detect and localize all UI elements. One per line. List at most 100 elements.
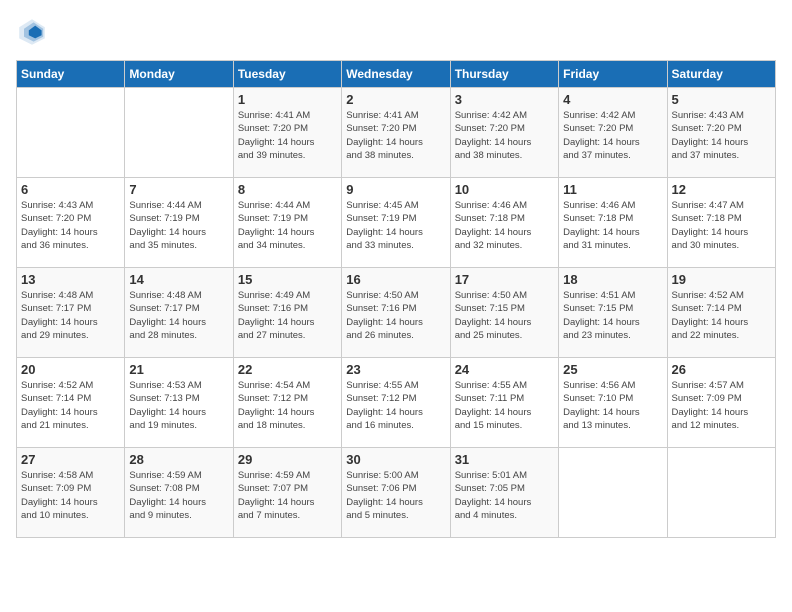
calendar-cell: 12 Sunrise: 4:47 AM Sunset: 7:18 PM Dayli… — [667, 178, 775, 268]
calendar-week-5: 27 Sunrise: 4:58 AM Sunset: 7:09 PM Dayli… — [17, 448, 776, 538]
calendar-cell: 8Sunrise: 4:44 AM Sunset: 7:19 PM Daylig… — [233, 178, 341, 268]
calendar-header-row: SundayMondayTuesdayWednesdayThursdayFrid… — [17, 61, 776, 88]
day-info: Sunrise: 4:43 AM Sunset: 7:20 PM Dayligh… — [21, 199, 120, 252]
day-number: 20 — [21, 362, 120, 377]
day-info: Sunrise: 4:50 AM Sunset: 7:16 PM Dayligh… — [346, 289, 445, 342]
calendar-cell: 6 Sunrise: 4:43 AM Sunset: 7:20 PM Daylig… — [17, 178, 125, 268]
day-number: 28 — [129, 452, 228, 467]
calendar-cell: 24 Sunrise: 4:55 AM Sunset: 7:11 PM Dayli… — [450, 358, 558, 448]
calendar-cell: 1 Sunrise: 4:41 AM Sunset: 7:20 PM Daylig… — [233, 88, 341, 178]
day-info: Sunrise: 4:41 AM Sunset: 7:20 PM Dayligh… — [238, 109, 337, 162]
day-number: 13 — [21, 272, 120, 287]
calendar-cell: 26 Sunrise: 4:57 AM Sunset: 7:09 PM Dayli… — [667, 358, 775, 448]
day-info: Sunrise: 4:44 AM Sunset: 7:19 PM Dayligh… — [238, 199, 337, 252]
day-info: Sunrise: 4:59 AM Sunset: 7:08 PM Dayligh… — [129, 469, 228, 522]
day-info: Sunrise: 4:45 AM Sunset: 7:19 PM Dayligh… — [346, 199, 445, 252]
day-info: Sunrise: 4:58 AM Sunset: 7:09 PM Dayligh… — [21, 469, 120, 522]
day-info: Sunrise: 4:46 AM Sunset: 7:18 PM Dayligh… — [455, 199, 554, 252]
day-header-wednesday: Wednesday — [342, 61, 450, 88]
day-info: Sunrise: 4:52 AM Sunset: 7:14 PM Dayligh… — [21, 379, 120, 432]
day-number: 2 — [346, 92, 445, 107]
day-number: 21 — [129, 362, 228, 377]
day-number: 12 — [672, 182, 771, 197]
calendar-week-1: 1 Sunrise: 4:41 AM Sunset: 7:20 PM Daylig… — [17, 88, 776, 178]
day-info: Sunrise: 4:42 AM Sunset: 7:20 PM Dayligh… — [563, 109, 662, 162]
day-number: 5 — [672, 92, 771, 107]
calendar-cell: 21 Sunrise: 4:53 AM Sunset: 7:13 PM Dayli… — [125, 358, 233, 448]
day-number: 25 — [563, 362, 662, 377]
day-info: Sunrise: 4:43 AM Sunset: 7:20 PM Dayligh… — [672, 109, 771, 162]
calendar-table: SundayMondayTuesdayWednesdayThursdayFrid… — [16, 60, 776, 538]
calendar-cell — [559, 448, 667, 538]
day-info: Sunrise: 4:48 AM Sunset: 7:17 PM Dayligh… — [21, 289, 120, 342]
day-info: Sunrise: 4:54 AM Sunset: 7:12 PM Dayligh… — [238, 379, 337, 432]
day-number: 27 — [21, 452, 120, 467]
calendar-cell: 10 Sunrise: 4:46 AM Sunset: 7:18 PM Dayli… — [450, 178, 558, 268]
day-info: Sunrise: 4:47 AM Sunset: 7:18 PM Dayligh… — [672, 199, 771, 252]
calendar-cell: 25 Sunrise: 4:56 AM Sunset: 7:10 PM Dayli… — [559, 358, 667, 448]
day-number: 1 — [238, 92, 337, 107]
calendar-cell: 14 Sunrise: 4:48 AM Sunset: 7:17 PM Dayli… — [125, 268, 233, 358]
day-number: 4 — [563, 92, 662, 107]
calendar-cell: 19 Sunrise: 4:52 AM Sunset: 7:14 PM Dayli… — [667, 268, 775, 358]
day-number: 31 — [455, 452, 554, 467]
calendar-cell: 31Sunrise: 5:01 AM Sunset: 7:05 PM Dayli… — [450, 448, 558, 538]
day-info: Sunrise: 4:55 AM Sunset: 7:12 PM Dayligh… — [346, 379, 445, 432]
calendar-week-3: 13 Sunrise: 4:48 AM Sunset: 7:17 PM Dayli… — [17, 268, 776, 358]
day-number: 30 — [346, 452, 445, 467]
day-info: Sunrise: 4:51 AM Sunset: 7:15 PM Dayligh… — [563, 289, 662, 342]
calendar-cell: 15Sunrise: 4:49 AM Sunset: 7:16 PM Dayli… — [233, 268, 341, 358]
day-info: Sunrise: 4:46 AM Sunset: 7:18 PM Dayligh… — [563, 199, 662, 252]
day-info: Sunrise: 4:59 AM Sunset: 7:07 PM Dayligh… — [238, 469, 337, 522]
day-info: Sunrise: 4:55 AM Sunset: 7:11 PM Dayligh… — [455, 379, 554, 432]
day-info: Sunrise: 4:53 AM Sunset: 7:13 PM Dayligh… — [129, 379, 228, 432]
calendar-cell: 13 Sunrise: 4:48 AM Sunset: 7:17 PM Dayli… — [17, 268, 125, 358]
day-number: 15 — [238, 272, 337, 287]
calendar-cell: 2 Sunrise: 4:41 AM Sunset: 7:20 PM Daylig… — [342, 88, 450, 178]
calendar-cell: 9Sunrise: 4:45 AM Sunset: 7:19 PM Daylig… — [342, 178, 450, 268]
day-info: Sunrise: 4:52 AM Sunset: 7:14 PM Dayligh… — [672, 289, 771, 342]
day-number: 11 — [563, 182, 662, 197]
calendar-cell: 23 Sunrise: 4:55 AM Sunset: 7:12 PM Dayli… — [342, 358, 450, 448]
calendar-cell: 5 Sunrise: 4:43 AM Sunset: 7:20 PM Daylig… — [667, 88, 775, 178]
calendar-week-4: 20 Sunrise: 4:52 AM Sunset: 7:14 PM Dayli… — [17, 358, 776, 448]
calendar-cell: 28 Sunrise: 4:59 AM Sunset: 7:08 PM Dayli… — [125, 448, 233, 538]
day-number: 3 — [455, 92, 554, 107]
calendar-cell — [17, 88, 125, 178]
day-header-thursday: Thursday — [450, 61, 558, 88]
day-info: Sunrise: 5:00 AM Sunset: 7:06 PM Dayligh… — [346, 469, 445, 522]
calendar-cell: 3Sunrise: 4:42 AM Sunset: 7:20 PM Daylig… — [450, 88, 558, 178]
day-number: 16 — [346, 272, 445, 287]
day-header-tuesday: Tuesday — [233, 61, 341, 88]
day-info: Sunrise: 4:44 AM Sunset: 7:19 PM Dayligh… — [129, 199, 228, 252]
day-number: 22 — [238, 362, 337, 377]
day-info: Sunrise: 4:41 AM Sunset: 7:20 PM Dayligh… — [346, 109, 445, 162]
page-header — [16, 16, 776, 48]
day-number: 10 — [455, 182, 554, 197]
calendar-cell: 16 Sunrise: 4:50 AM Sunset: 7:16 PM Dayli… — [342, 268, 450, 358]
day-info: Sunrise: 4:48 AM Sunset: 7:17 PM Dayligh… — [129, 289, 228, 342]
calendar-cell: 11 Sunrise: 4:46 AM Sunset: 7:18 PM Dayli… — [559, 178, 667, 268]
day-number: 19 — [672, 272, 771, 287]
calendar-cell: 30 Sunrise: 5:00 AM Sunset: 7:06 PM Dayli… — [342, 448, 450, 538]
day-number: 24 — [455, 362, 554, 377]
day-info: Sunrise: 4:57 AM Sunset: 7:09 PM Dayligh… — [672, 379, 771, 432]
calendar-cell: 27 Sunrise: 4:58 AM Sunset: 7:09 PM Dayli… — [17, 448, 125, 538]
day-header-monday: Monday — [125, 61, 233, 88]
calendar-cell: 7 Sunrise: 4:44 AM Sunset: 7:19 PM Daylig… — [125, 178, 233, 268]
day-info: Sunrise: 4:56 AM Sunset: 7:10 PM Dayligh… — [563, 379, 662, 432]
calendar-cell: 17Sunrise: 4:50 AM Sunset: 7:15 PM Dayli… — [450, 268, 558, 358]
day-header-sunday: Sunday — [17, 61, 125, 88]
day-number: 6 — [21, 182, 120, 197]
day-header-saturday: Saturday — [667, 61, 775, 88]
day-number: 7 — [129, 182, 228, 197]
day-number: 26 — [672, 362, 771, 377]
day-number: 14 — [129, 272, 228, 287]
day-number: 23 — [346, 362, 445, 377]
calendar-cell: 4 Sunrise: 4:42 AM Sunset: 7:20 PM Daylig… — [559, 88, 667, 178]
calendar-week-2: 6 Sunrise: 4:43 AM Sunset: 7:20 PM Daylig… — [17, 178, 776, 268]
calendar-cell: 18Sunrise: 4:51 AM Sunset: 7:15 PM Dayli… — [559, 268, 667, 358]
day-number: 17 — [455, 272, 554, 287]
day-header-friday: Friday — [559, 61, 667, 88]
calendar-cell: 29Sunrise: 4:59 AM Sunset: 7:07 PM Dayli… — [233, 448, 341, 538]
